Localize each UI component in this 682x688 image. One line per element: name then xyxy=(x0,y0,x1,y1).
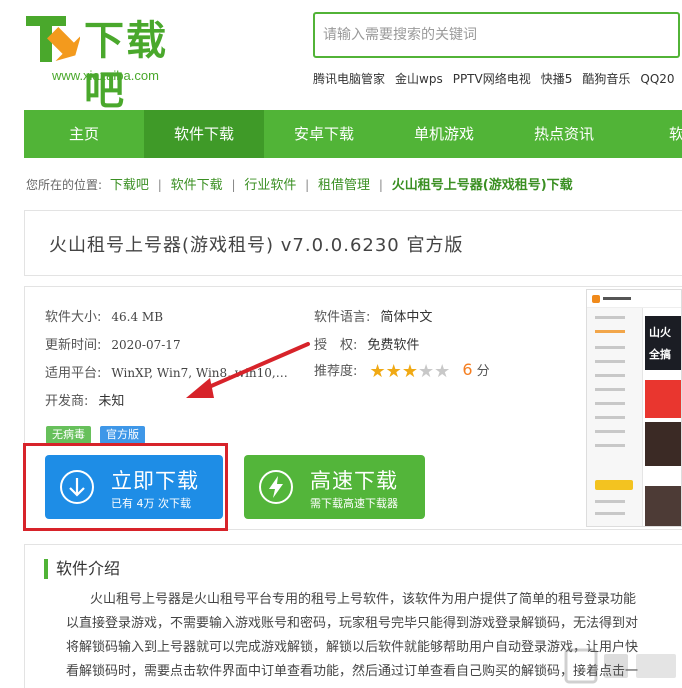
download-now-button[interactable]: 立即下载 已有 4万 次下载 xyxy=(45,455,223,519)
rating-stars: ★★★★★ xyxy=(369,361,451,382)
breadcrumb-separator: | xyxy=(305,178,310,192)
nav-item-news[interactable]: 热点资讯 xyxy=(504,110,624,158)
breadcrumb-link[interactable]: 下载吧 xyxy=(110,178,149,193)
nav-item-software[interactable]: 软件下载 xyxy=(144,110,264,158)
developer-label: 开发商: xyxy=(45,394,89,409)
info-developer: 开发商: 未知 xyxy=(45,390,124,409)
breadcrumb-separator: | xyxy=(231,178,236,192)
updated-value: 2020-07-17 xyxy=(111,338,181,352)
info-license: 授 权: 免费软件 xyxy=(314,334,419,353)
hot-link[interactable]: 快播5 xyxy=(541,72,573,86)
info-size: 软件大小: 46.4 MB xyxy=(45,306,163,325)
rating-unit: 分 xyxy=(476,364,490,379)
thumbnail-promo xyxy=(645,380,681,418)
logo-download-icon xyxy=(26,16,80,62)
nav-item-more[interactable]: 软件 xyxy=(624,110,682,158)
search-input[interactable] xyxy=(315,14,678,56)
thumbnail-sidebar xyxy=(587,290,643,526)
license-value: 免费软件 xyxy=(367,338,420,353)
nav-item-android[interactable]: 安卓下载 xyxy=(264,110,384,158)
size-label: 软件大小: xyxy=(45,310,102,325)
platform-label: 适用平台: xyxy=(45,366,102,381)
lightning-icon xyxy=(259,470,293,504)
intro-paragraph-line: 以直接登录游戏，不需要输入游戏账号和密码，玩家租号完毕只能得到游戏登录解锁码，无… xyxy=(66,616,639,631)
logo-title: 下载吧 xyxy=(84,18,168,114)
breadcrumb: 您所在的位置: 下载吧 | 软件下载 | 行业软件 | 租借管理 | 火山租号上… xyxy=(26,174,573,193)
hot-link[interactable]: PPTV网络电视 xyxy=(453,72,531,86)
updated-label: 更新时间: xyxy=(45,338,102,353)
info-updated: 更新时间: 2020-07-17 xyxy=(45,334,181,353)
hot-links: 腾讯电脑管家 金山wps PPTV网络电视 快播5 酷狗音乐 QQ20 xyxy=(313,70,682,87)
fast-download-label: 高速下载 xyxy=(310,469,398,493)
search-box[interactable] xyxy=(313,12,680,58)
rating-label: 推荐度: xyxy=(314,364,358,379)
watermark-logo xyxy=(564,648,676,684)
thumbnail-banner: 山火 全搞 xyxy=(645,316,681,370)
star-empty-icon: ★ xyxy=(434,361,451,382)
breadcrumb-link[interactable]: 行业软件 xyxy=(244,178,296,193)
breadcrumb-current[interactable]: 火山租号上号器(游戏租号)下载 xyxy=(392,178,573,193)
hot-link[interactable]: QQ20 xyxy=(640,72,674,86)
main-nav: 主页 软件下载 安卓下载 单机游戏 热点资讯 软件 xyxy=(24,110,682,158)
page-title: 火山租号上号器(游戏租号) v7.0.0.6230 官方版 xyxy=(49,235,464,256)
star-filled-icon: ★ xyxy=(369,361,386,382)
thumbnail-banner-text: 全搞 xyxy=(649,348,671,361)
info-rating: 推荐度: ★★★★★ 6分 xyxy=(314,360,490,381)
rating-score: 6 xyxy=(462,360,473,379)
hot-link[interactable]: 酷狗音乐 xyxy=(582,72,630,86)
download-arrow-icon xyxy=(60,470,94,504)
nav-item-games[interactable]: 单机游戏 xyxy=(384,110,504,158)
logo-url: www.xiazaiba.com xyxy=(52,68,159,83)
site-logo[interactable]: 下载吧 www.xiazaiba.com xyxy=(26,14,196,114)
fast-download-sub: 需下载高速下载器 xyxy=(310,497,398,510)
breadcrumb-separator: | xyxy=(157,178,162,192)
thumbnail-game-image xyxy=(645,486,681,526)
fast-download-button[interactable]: 高速下载 需下载高速下载器 xyxy=(244,455,425,519)
intro-paragraph-line: 火山租号上号器是火山租号平台专用的租号上号软件，该软件为用户提供了简单的租号登录… xyxy=(90,592,637,607)
star-filled-icon: ★ xyxy=(401,361,418,382)
thumbnail-topbar xyxy=(587,290,681,308)
software-title-box: 火山租号上号器(游戏租号) v7.0.0.6230 官方版 xyxy=(24,210,682,276)
nav-item-home[interactable]: 主页 xyxy=(24,110,144,158)
software-screenshot-thumbnail[interactable]: 山火 全搞 xyxy=(586,289,682,527)
official-badge: 官方版 xyxy=(100,426,145,444)
download-now-label: 立即下载 xyxy=(111,469,199,493)
breadcrumb-link[interactable]: 租借管理 xyxy=(318,178,370,193)
star-filled-icon: ★ xyxy=(385,361,402,382)
star-empty-icon: ★ xyxy=(417,361,435,382)
breadcrumb-prefix: 您所在的位置: xyxy=(26,178,103,192)
breadcrumb-link[interactable]: 软件下载 xyxy=(171,178,223,193)
developer-value: 未知 xyxy=(98,394,125,409)
hot-link[interactable]: 金山wps xyxy=(395,72,443,86)
thumbnail-banner-text: 山火 xyxy=(649,326,671,339)
breadcrumb-separator: | xyxy=(378,178,383,192)
language-value: 简体中文 xyxy=(380,310,433,325)
thumbnail-game-image xyxy=(645,422,681,466)
virus-free-badge: 无病毒 xyxy=(46,426,91,444)
download-count: 已有 4万 次下载 xyxy=(111,497,191,510)
annotation-arrow-icon xyxy=(186,342,310,398)
license-label: 授 权: xyxy=(314,338,358,353)
hot-link[interactable]: 腾讯电脑管家 xyxy=(313,72,385,86)
info-language: 软件语言: 简体中文 xyxy=(314,306,432,325)
intro-heading: 软件介绍 xyxy=(44,559,120,579)
size-value: 46.4 MB xyxy=(111,310,164,324)
language-label: 软件语言: xyxy=(314,310,371,325)
